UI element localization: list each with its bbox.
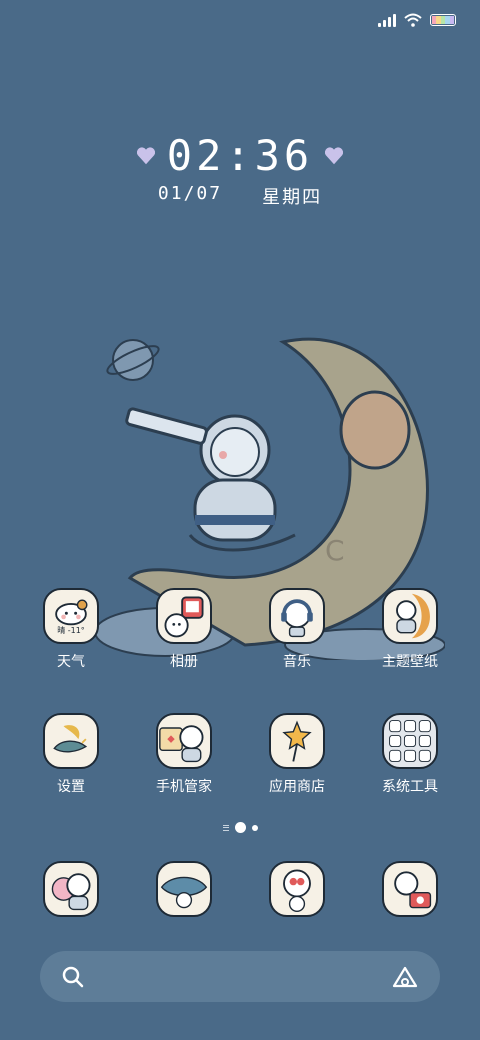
app-label: 主题壁纸 xyxy=(382,654,438,670)
battery-icon xyxy=(430,14,456,26)
app-label: 天气 xyxy=(57,654,85,670)
phone-icon xyxy=(43,861,99,917)
dock-browser[interactable] xyxy=(247,861,347,917)
assistant-icon[interactable] xyxy=(392,966,418,988)
dock-messages[interactable] xyxy=(134,861,234,917)
heart-icon xyxy=(325,147,344,165)
page-list-icon[interactable] xyxy=(222,824,229,831)
clock-widget[interactable]: 02:36 01/07 星期四 xyxy=(0,133,480,209)
dock-phone[interactable] xyxy=(21,861,121,917)
app-store[interactable]: 应用商店 xyxy=(247,713,347,796)
weather-icon: 晴 -11° xyxy=(43,588,99,644)
search-icon[interactable] xyxy=(62,966,84,988)
app-weather[interactable]: 晴 -11° 天气 xyxy=(21,588,121,671)
app-label: 相册 xyxy=(170,654,198,670)
themes-icon xyxy=(382,588,438,644)
wifi-icon xyxy=(404,13,422,27)
dock-camera[interactable] xyxy=(360,861,460,917)
app-themes[interactable]: 主题壁纸 xyxy=(360,588,460,671)
settings-icon xyxy=(43,713,99,769)
app-label: 应用商店 xyxy=(269,779,325,795)
app-label: 手机管家 xyxy=(156,779,212,795)
security-icon xyxy=(156,713,212,769)
app-music[interactable]: 音乐 xyxy=(247,588,347,671)
app-system-tools-folder[interactable]: 系统工具 xyxy=(360,713,460,796)
gallery-icon xyxy=(156,588,212,644)
clock-weekday: 星期四 xyxy=(262,187,323,208)
browser-icon xyxy=(269,861,325,917)
app-gallery[interactable]: 相册 xyxy=(134,588,234,671)
app-label: 音乐 xyxy=(283,654,311,670)
app-label: 设置 xyxy=(57,779,85,795)
page-dot[interactable] xyxy=(251,824,258,831)
page-indicator[interactable] xyxy=(0,822,480,833)
clock-time: 02:36 xyxy=(166,131,314,180)
app-label: 系统工具 xyxy=(382,779,438,795)
app-store-icon xyxy=(269,713,325,769)
messages-icon xyxy=(156,861,212,917)
svg-text:C: C xyxy=(325,534,345,567)
page-dot-active[interactable] xyxy=(234,822,246,833)
clock-date: 01/07 xyxy=(157,183,223,204)
signal-icon xyxy=(378,13,396,27)
app-security[interactable]: 手机管家 xyxy=(134,713,234,796)
status-bar xyxy=(378,8,456,32)
heart-icon xyxy=(136,147,155,165)
camera-icon xyxy=(382,861,438,917)
weather-badge: 晴 -11° xyxy=(57,626,85,635)
music-icon xyxy=(269,588,325,644)
search-bar[interactable] xyxy=(40,951,440,1002)
system-tools-folder-icon xyxy=(382,713,438,769)
app-settings[interactable]: 设置 xyxy=(21,713,121,796)
